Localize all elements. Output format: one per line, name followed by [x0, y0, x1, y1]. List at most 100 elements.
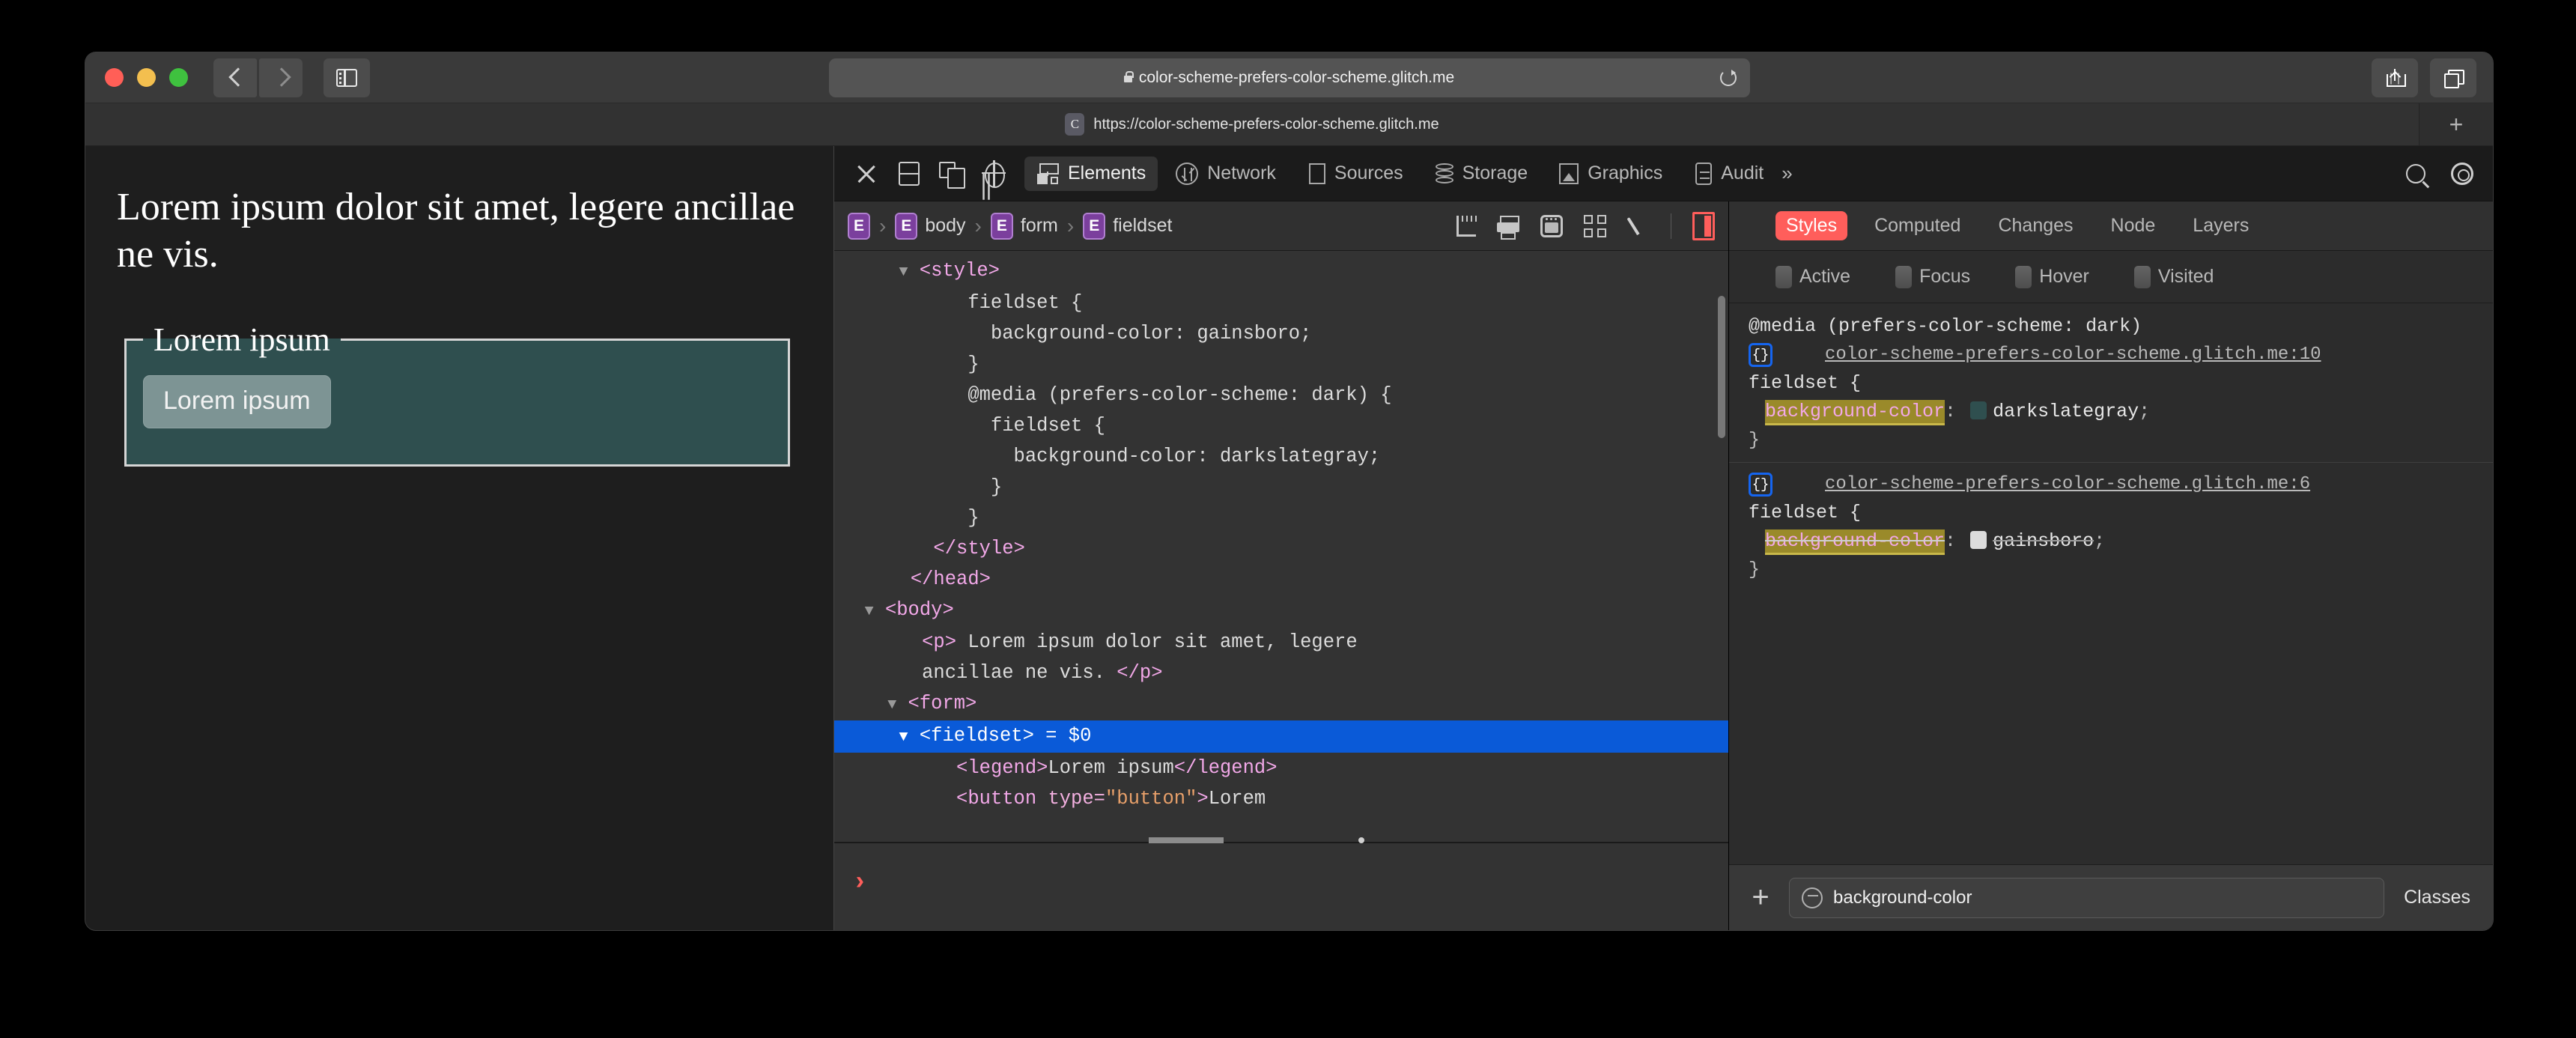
dom-node[interactable]: ▼ <body>: [834, 595, 1728, 627]
minimize-window-button[interactable]: [137, 68, 156, 87]
state-hover[interactable]: Hover: [2015, 265, 2089, 288]
braces-icon[interactable]: {}: [1749, 473, 1772, 497]
grid-icon[interactable]: [1584, 214, 1606, 237]
dom-node[interactable]: }: [834, 472, 1728, 503]
css-declaration[interactable]: background-color: darkslategray;: [1743, 398, 2479, 426]
tab-elements[interactable]: Elements: [1024, 156, 1158, 191]
tab-audit[interactable]: Audit: [1680, 157, 1775, 191]
browser-tab[interactable]: C https://color-scheme-prefers-color-sch…: [85, 103, 2419, 145]
state-visited[interactable]: Visited: [2133, 265, 2214, 288]
dom-node[interactable]: }: [834, 349, 1728, 380]
disclosure-triangle-icon[interactable]: ▼: [865, 603, 874, 620]
state-active[interactable]: Active: [1775, 265, 1850, 288]
checkbox[interactable]: [2015, 265, 2032, 288]
rule-selector[interactable]: fieldset {: [1743, 369, 2479, 398]
disclosure-triangle-icon[interactable]: ▼: [887, 696, 896, 714]
breadcrumb-item-fieldset[interactable]: E fieldset: [1083, 212, 1172, 240]
dom-node[interactable]: }: [834, 503, 1728, 533]
dom-node[interactable]: <p> Lorem ipsum dolor sit amet, legere: [834, 627, 1728, 658]
devtools-panel: Elements Network Sources Storage Graphic…: [834, 146, 2493, 930]
dom-node[interactable]: fieldset {: [834, 288, 1728, 318]
braces-icon[interactable]: {}: [1749, 343, 1772, 367]
css-rule: {} color-scheme-prefers-color-scheme.gli…: [1729, 470, 2493, 584]
close-window-button[interactable]: [105, 68, 124, 87]
css-property-name[interactable]: background-color: [1765, 529, 1945, 553]
gear-icon[interactable]: [2451, 162, 2473, 185]
console-pane[interactable]: ›: [834, 837, 1728, 930]
tab-overview-button[interactable]: [2430, 58, 2476, 97]
checkbox[interactable]: [1775, 265, 1792, 288]
rule-source-link[interactable]: color-scheme-prefers-color-scheme.glitch…: [1825, 470, 2310, 499]
close-devtools-icon[interactable]: [854, 161, 879, 186]
demo-button[interactable]: Lorem ipsum: [143, 374, 331, 428]
classes-button[interactable]: Classes: [2396, 887, 2478, 908]
new-tab-button[interactable]: +: [2419, 103, 2493, 145]
state-focus[interactable]: Focus: [1895, 265, 1970, 288]
add-rule-button[interactable]: +: [1744, 881, 1777, 914]
breadcrumb-item-form[interactable]: E form: [990, 212, 1058, 240]
tab-graphics[interactable]: Graphics: [1546, 157, 1674, 190]
print-icon[interactable]: [1497, 215, 1519, 240]
tab-network[interactable]: Network: [1164, 157, 1288, 191]
rule-source-link[interactable]: color-scheme-prefers-color-scheme.glitch…: [1825, 341, 2321, 369]
dom-node[interactable]: ▼ <style>: [834, 255, 1728, 288]
dock-bottom-icon[interactable]: [899, 161, 920, 186]
color-swatch[interactable]: [1970, 401, 1987, 419]
css-rules-list[interactable]: @media (prefers-color-scheme: dark) {} c…: [1729, 303, 2493, 864]
console-resizer-dot[interactable]: [1358, 837, 1364, 843]
inspect-element-icon[interactable]: [982, 160, 1006, 188]
dom-node[interactable]: background-color: gainsboro;: [834, 318, 1728, 349]
dom-node[interactable]: </head>: [834, 564, 1728, 595]
color-swatch[interactable]: [1970, 531, 1987, 549]
tab-layers[interactable]: Layers: [2182, 211, 2259, 240]
dom-node[interactable]: background-color: darkslategray;: [834, 441, 1728, 472]
tab-storage[interactable]: Storage: [1421, 157, 1540, 190]
dom-node-selected[interactable]: ▼ <fieldset> = $0: [834, 720, 1728, 753]
dom-tree[interactable]: ▼ <style> fieldset { background-color: g…: [834, 251, 1728, 842]
maximize-window-button[interactable]: [169, 68, 188, 87]
dom-node[interactable]: @media (prefers-color-scheme: dark) {: [834, 380, 1728, 410]
pseudo-state-toggles: Active Focus Hover Visited: [1729, 251, 2493, 303]
dom-node[interactable]: fieldset {: [834, 410, 1728, 441]
styles-filter-input[interactable]: background-color: [1789, 877, 2385, 918]
dom-tree-scrollbar[interactable]: [1718, 296, 1725, 438]
forward-button[interactable]: [259, 58, 303, 97]
css-declaration[interactable]: background-color: gainsboro;: [1743, 527, 2479, 556]
rule-selector[interactable]: fieldset {: [1743, 499, 2479, 527]
tab-styles[interactable]: Styles: [1775, 211, 1848, 240]
dom-node[interactable]: ▼ <form>: [834, 688, 1728, 720]
disclosure-triangle-icon[interactable]: ▼: [899, 729, 908, 746]
dom-node[interactable]: <legend>Lorem ipsum</legend>: [834, 753, 1728, 783]
dom-node[interactable]: <button type="button">Lorem: [834, 783, 1728, 814]
disclosure-triangle-icon[interactable]: ▼: [899, 264, 908, 281]
share-button[interactable]: [2372, 58, 2418, 97]
back-button[interactable]: [213, 58, 257, 97]
window-icon[interactable]: [1540, 214, 1563, 237]
tab-sources[interactable]: Sources: [1294, 157, 1415, 190]
address-bar[interactable]: color-scheme-prefers-color-scheme.glitch…: [828, 58, 1750, 97]
paintbrush-icon[interactable]: [1627, 215, 1650, 237]
css-property-value[interactable]: darkslategray: [1993, 401, 2139, 422]
reload-icon[interactable]: [1719, 70, 1737, 86]
network-icon: [1176, 162, 1199, 185]
ruler-icon[interactable]: [1456, 215, 1476, 237]
toggle-styles-sidebar-icon[interactable]: [1692, 211, 1715, 240]
breadcrumb-item-body[interactable]: E body: [895, 212, 966, 240]
sidebar-toggle-button[interactable]: [323, 58, 370, 97]
more-tabs-icon[interactable]: »: [1781, 162, 1793, 185]
tab-audit-label: Audit: [1721, 163, 1764, 183]
tab-node[interactable]: Node: [2100, 211, 2166, 240]
checkbox[interactable]: [1895, 265, 1913, 288]
search-icon[interactable]: [2406, 163, 2425, 183]
console-resizer[interactable]: [1149, 837, 1224, 843]
tab-changes[interactable]: Changes: [1987, 211, 2083, 240]
checkbox[interactable]: [2133, 265, 2151, 288]
dom-node[interactable]: ancillae ne vis. </p>: [834, 658, 1728, 688]
breadcrumb-label: body: [925, 215, 966, 236]
dock-right-icon[interactable]: [939, 161, 965, 189]
css-property-name[interactable]: background-color: [1765, 400, 1945, 423]
css-property-value[interactable]: gainsboro: [1993, 530, 2094, 552]
tab-computed[interactable]: Computed: [1864, 211, 1971, 240]
dom-node[interactable]: </style>: [834, 533, 1728, 564]
breadcrumb-item-html[interactable]: E: [848, 212, 870, 240]
